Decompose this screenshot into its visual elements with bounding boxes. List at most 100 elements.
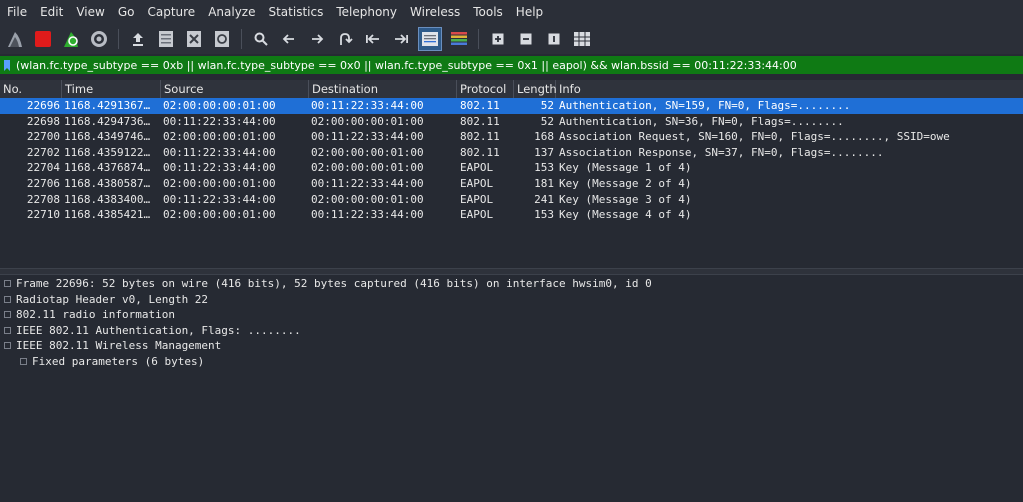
packet-source: 02:00:00:00:01:00 <box>163 99 276 112</box>
capture-options-gear-icon[interactable] <box>88 28 110 50</box>
packet-no: 22706 <box>26 176 60 190</box>
packet-row[interactable]: 22710 1168.4385421… 02:00:00:00:01:00 00… <box>0 207 1023 223</box>
packet-time: 1168.4383400… <box>64 192 151 206</box>
menu-wireless[interactable]: Wireless <box>403 0 466 24</box>
packet-source: 00:11:22:33:44:00 <box>163 161 276 175</box>
packet-info: Authentication, SN=36, FN=0, Flags=.....… <box>559 114 844 128</box>
menu-edit[interactable]: Edit <box>33 0 69 24</box>
tree-item-wireless-management[interactable]: IEEE 802.11 Wireless Management <box>0 338 1023 354</box>
packet-time: 1168.4291367… <box>64 99 151 112</box>
open-file-icon[interactable] <box>127 28 149 50</box>
menu-statistics[interactable]: Statistics <box>261 0 329 24</box>
first-packet-icon[interactable] <box>362 28 384 50</box>
packet-length: 137 <box>534 145 554 159</box>
expand-icon[interactable] <box>4 342 11 350</box>
tree-item-frame[interactable]: Frame 22696: 52 bytes on wire (416 bits)… <box>0 276 1023 292</box>
packet-no: 22698 <box>26 114 60 128</box>
shark-fin-start-icon[interactable] <box>4 28 26 50</box>
packet-length: 153 <box>534 161 554 175</box>
packet-row[interactable]: 22700 1168.4349746… 02:00:00:00:01:00 00… <box>0 129 1023 145</box>
filter-bookmark-icon[interactable] <box>0 56 14 74</box>
packet-protocol: EAPOL <box>460 176 494 190</box>
packet-source: 02:00:00:00:01:00 <box>163 130 276 144</box>
tree-item-label: Radiotap Header v0, Length 22 <box>16 292 209 306</box>
packet-destination: 00:11:22:33:44:00 <box>311 176 424 190</box>
menu-go[interactable]: Go <box>111 0 141 24</box>
pane-splitter[interactable] <box>0 268 1023 275</box>
packet-protocol: 802.11 <box>460 99 500 112</box>
next-packet-arrow-right-icon[interactable] <box>306 28 328 50</box>
column-header-protocol[interactable]: Protocol <box>457 80 514 98</box>
packet-row[interactable]: 22696 1168.4291367… 02:00:00:00:01:00 00… <box>0 98 1023 114</box>
stop-capture-icon[interactable] <box>32 28 54 50</box>
toolbar-separator <box>478 29 479 49</box>
menu-file[interactable]: File <box>0 0 33 24</box>
packet-protocol: EAPOL <box>460 192 494 206</box>
packet-no: 22704 <box>26 161 60 175</box>
packet-info: Key (Message 1 of 4) <box>559 161 692 175</box>
zoom-in-icon[interactable] <box>487 28 509 50</box>
expand-icon[interactable] <box>20 357 27 365</box>
normal-size-icon[interactable] <box>543 28 565 50</box>
packet-info: Key (Message 3 of 4) <box>559 192 692 206</box>
previous-packet-arrow-left-icon[interactable] <box>278 28 300 50</box>
expand-icon[interactable] <box>4 280 11 287</box>
menu-help[interactable]: Help <box>509 0 549 24</box>
zoom-out-icon[interactable] <box>515 28 537 50</box>
packet-source: 00:11:22:33:44:00 <box>163 192 276 206</box>
menu-capture[interactable]: Capture <box>140 0 201 24</box>
packet-length: 153 <box>534 208 554 222</box>
packet-time: 1168.4294736… <box>64 114 151 128</box>
menu-telephony[interactable]: Telephony <box>329 0 403 24</box>
tree-item-label: 802.11 radio information <box>16 308 175 322</box>
packet-no: 22710 <box>26 208 60 222</box>
display-filter-input[interactable] <box>14 57 1023 73</box>
packet-no: 22700 <box>26 130 60 144</box>
packet-row[interactable]: 22708 1168.4383400… 00:11:22:33:44:00 02… <box>0 192 1023 208</box>
packet-source: 00:11:22:33:44:00 <box>163 145 276 159</box>
tree-item-80211-auth[interactable]: IEEE 802.11 Authentication, Flags: .....… <box>0 323 1023 339</box>
column-header-destination[interactable]: Destination <box>309 80 457 98</box>
expand-icon[interactable] <box>4 326 11 334</box>
column-header-info[interactable]: Info <box>556 80 1023 98</box>
column-header-no[interactable]: No. <box>0 80 62 98</box>
find-packet-search-icon[interactable] <box>250 28 272 50</box>
restart-capture-icon[interactable] <box>60 28 82 50</box>
column-header-source[interactable]: Source <box>161 80 309 98</box>
go-to-packet-icon[interactable] <box>334 28 356 50</box>
column-header-length[interactable]: Length <box>514 80 557 98</box>
expand-icon[interactable] <box>4 295 11 303</box>
expand-icon[interactable] <box>4 311 11 319</box>
tree-item-radio-info[interactable]: 802.11 radio information <box>0 307 1023 323</box>
packet-protocol: EAPOL <box>460 161 494 175</box>
menu-analyze[interactable]: Analyze <box>201 0 261 24</box>
packet-protocol: 802.11 <box>460 114 500 128</box>
packet-no: 22708 <box>26 192 60 206</box>
packet-list-header: No. Time Source Destination Protocol Len… <box>0 80 1023 99</box>
tree-item-radiotap[interactable]: Radiotap Header v0, Length 22 <box>0 292 1023 308</box>
last-packet-icon[interactable] <box>390 28 412 50</box>
colorize-icon[interactable] <box>448 28 470 50</box>
tree-item-fixed-parameters[interactable]: Fixed parameters (6 bytes) <box>0 354 1023 370</box>
packet-length: 241 <box>534 192 554 206</box>
packet-info: Key (Message 4 of 4) <box>559 208 692 222</box>
packet-destination: 00:11:22:33:44:00 <box>311 99 424 112</box>
menu-view[interactable]: View <box>69 0 110 24</box>
packet-row[interactable]: 22706 1168.4380587… 02:00:00:00:01:00 00… <box>0 176 1023 192</box>
packet-destination: 00:11:22:33:44:00 <box>311 208 424 222</box>
packet-time: 1168.4349746… <box>64 130 151 144</box>
save-file-icon[interactable] <box>155 28 177 50</box>
tree-item-label: Frame 22696: 52 bytes on wire (416 bits)… <box>16 277 652 290</box>
packet-row[interactable]: 22698 1168.4294736… 00:11:22:33:44:00 02… <box>0 114 1023 130</box>
menu-tools[interactable]: Tools <box>466 0 509 24</box>
packet-row[interactable]: 22704 1168.4376874… 00:11:22:33:44:00 02… <box>0 160 1023 176</box>
column-header-time[interactable]: Time <box>62 80 161 98</box>
reload-file-icon[interactable] <box>211 28 233 50</box>
close-file-icon[interactable] <box>183 28 205 50</box>
packet-destination: 02:00:00:00:01:00 <box>311 114 424 128</box>
packet-length: 181 <box>534 176 554 190</box>
auto-scroll-icon[interactable] <box>418 27 442 51</box>
packet-destination: 00:11:22:33:44:00 <box>311 130 424 144</box>
resize-columns-icon[interactable] <box>571 28 593 50</box>
packet-row[interactable]: 22702 1168.4359122… 00:11:22:33:44:00 02… <box>0 145 1023 161</box>
